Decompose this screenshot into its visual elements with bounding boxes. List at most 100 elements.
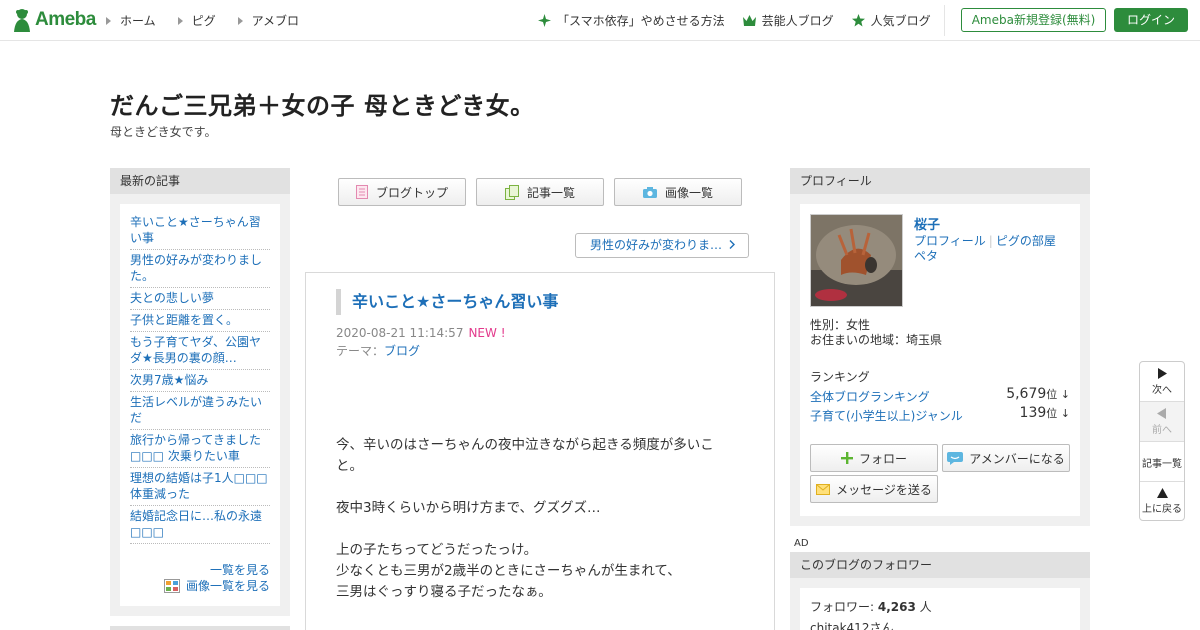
profile-links: プロフィール | ピグの部屋 ペタ (914, 234, 1074, 264)
avatar-photo (811, 215, 902, 306)
article-date: 2020-08-21 11:14:57 (336, 326, 464, 340)
ameba-logo[interactable]: Ameba (12, 8, 96, 32)
pig-room-link[interactable]: ピグの部屋 (996, 234, 1056, 248)
plus-icon (840, 452, 853, 464)
peta-link[interactable]: ペタ (914, 249, 938, 263)
blog-title[interactable]: だんご三兄弟＋女の子 母ときどき女。 (110, 86, 535, 121)
blog-top-button[interactable]: ブログトップ (338, 178, 466, 206)
ranking-row-overall: 全体ブログランキング 5,679位 ↓ (810, 386, 1070, 405)
followers-unit: 人 (915, 600, 932, 614)
nav-ameblo-label: アメブロ (251, 14, 300, 28)
next-entry-label: 男性の好みが変わりま… (590, 238, 723, 252)
follow-button[interactable]: フォロー (810, 444, 938, 472)
recent-entries-links: 一覧を見る 画像一覧を見る (163, 562, 270, 594)
article-paragraph: 上の子たちってどうだったっけ。 (336, 542, 538, 558)
profile-info: 性別：女性 お住まいの地域：埼玉県 (810, 318, 942, 348)
article-paragraph: 少なくとも三男が2歳半のときにさーちゃんが生まれて、 (336, 563, 681, 579)
ameba-mascot-icon (14, 9, 30, 32)
see-images-link[interactable]: 画像一覧を見る (186, 578, 270, 594)
nav-popular-blogs[interactable]: 人気ブログ (851, 12, 931, 29)
follower-item[interactable]: chitak412さん (810, 619, 1070, 630)
nav-pig[interactable]: ピグ (177, 12, 216, 29)
envelope-icon (816, 483, 831, 495)
article-paragraph: 夜中3時くらいから明け方まで、グズグズ… (336, 500, 601, 516)
recent-entries-heading: 最新の記事 (110, 168, 290, 194)
login-button[interactable]: ログイン (1114, 8, 1188, 32)
ranking-genre-link[interactable]: 子育て(小学生以上)ジャンル (810, 409, 963, 423)
recent-entry-6[interactable]: 次男7歳★悩み (130, 370, 270, 392)
article-paragraph: 三男はぐっすり寝る子だったなぁ。 (336, 584, 552, 600)
see-list-link[interactable]: 一覧を見る (210, 563, 270, 577)
article-body: 今、辛いのはさーちゃんの夜中泣きながら起きる頻度が多いこと。 夜中3時くらいから… (336, 435, 736, 603)
ranking-overall-value: 5,679位 ↓ (1006, 386, 1070, 402)
star-icon (851, 14, 865, 27)
recent-entry-4[interactable]: 子供と距離を置く。 (130, 310, 270, 332)
theme-link[interactable]: ブログ (384, 344, 420, 358)
recent-entry-9[interactable]: 理想の結婚は子1人□□□ 体重減った (130, 468, 270, 506)
caret-right-icon (177, 16, 183, 25)
profile-link[interactable]: プロフィール (914, 234, 986, 248)
ranking-genre-unit: 位 ↓ (1046, 407, 1070, 420)
next-button[interactable]: 次へ (1140, 362, 1184, 402)
nav-smartphone-addiction-label: 「スマホ依存」やめさせる方法 (557, 14, 725, 28)
next-label: 次へ (1152, 385, 1172, 396)
next-entry-link[interactable]: 男性の好みが変わりま… (575, 233, 749, 258)
profile-avatar[interactable] (810, 214, 903, 307)
entry-list-side-label: 記事一覧 (1142, 459, 1182, 470)
register-button[interactable]: Ameba新規登録(無料) (961, 8, 1106, 32)
recent-entry-7[interactable]: 生活レベルが違うみたいだ (130, 392, 270, 430)
entry-list-label: 記事一覧 (526, 185, 575, 200)
followers-label: フォロワー: (810, 600, 878, 614)
header-divider (944, 5, 945, 36)
back-to-top-button[interactable]: 上に戻る (1140, 482, 1184, 522)
profile-content: 桜子 プロフィール | ピグの部屋 ペタ 性別：女性 お住まいの地域：埼玉県 ランキ… (800, 204, 1080, 516)
floating-nav: 次へ 前へ 記事一覧 上に戻る (1139, 361, 1185, 521)
caret-right-icon (106, 16, 111, 25)
recent-entry-10[interactable]: 結婚記念日に…私の永遠 □□□ (130, 506, 270, 544)
ranking-overall-number: 5,679 (1006, 386, 1047, 402)
recent-entry-2[interactable]: 男性の好みが変わりました。 (130, 250, 270, 288)
entry-list-button[interactable]: 記事一覧 (476, 178, 604, 206)
ranking-row-genre: 子育て(小学生以上)ジャンル 139位 ↓ (810, 405, 1070, 424)
profile-name[interactable]: 桜子 (914, 214, 940, 233)
ranking-overall-unit: 位 ↓ (1046, 388, 1070, 401)
prev-button[interactable]: 前へ (1140, 402, 1184, 442)
recent-entry-5[interactable]: もう子育てヤダ、公園ヤダ★長男の裏の顔… (130, 332, 270, 370)
image-list-button[interactable]: 画像一覧 (614, 178, 742, 206)
recent-entry-8[interactable]: 旅行から帰ってきました □□□ 次乗りたい車 (130, 430, 270, 468)
nav-home[interactable]: ホーム (106, 12, 156, 29)
image-list-label: 画像一覧 (664, 185, 713, 200)
nav-ameblo[interactable]: アメブロ (237, 12, 300, 29)
ranking-overall-link[interactable]: 全体ブログランキング (810, 390, 930, 404)
ad-label: AD (794, 538, 809, 549)
article-meta: 2020-08-21 11:14:57 NEW ! (336, 326, 506, 340)
recent-entries-list: 辛いこと★さーちゃん習い事 男性の好みが変わりました。 夫との悲しい夢 子供と距… (120, 204, 280, 606)
copy-documents-icon (504, 184, 519, 200)
entry-list-side-button[interactable]: 記事一覧 (1140, 442, 1184, 482)
message-label: メッセージを送る (836, 482, 932, 497)
play-right-icon (1158, 368, 1167, 379)
followers-heading: このブログのフォロワー (790, 552, 1090, 578)
recent-entry-1[interactable]: 辛いこと★さーちゃん習い事 (130, 212, 270, 250)
profile-gender: 性別：女性 (810, 318, 871, 332)
article-paragraph: 今、辛いのはさーちゃんの夜中泣きながら起きる頻度が多いこと。 (336, 437, 714, 474)
followers-count: 4,263 (877, 600, 916, 614)
speech-bubble-icon (947, 451, 964, 465)
amember-button[interactable]: アメンバーになる (942, 444, 1070, 472)
blog-top-label: ブログトップ (375, 185, 448, 200)
next-sidebar-box (110, 626, 290, 630)
recent-entry-3[interactable]: 夫との悲しい夢 (130, 288, 270, 310)
link-separator: | (988, 234, 993, 248)
nav-celebrity-blogs[interactable]: 芸能人ブログ (742, 12, 834, 29)
article-title[interactable]: 辛いこと★さーちゃん習い事 (336, 289, 558, 315)
image-list-icon (163, 579, 180, 593)
nav-smartphone-addiction[interactable]: 「スマホ依存」やめさせる方法 (538, 12, 725, 29)
followers-content: フォロワー: 4,263 人 chitak412さん (800, 588, 1080, 630)
ranking-genre-number: 139 (1019, 405, 1047, 421)
back-to-top-label: 上に戻る (1142, 504, 1182, 515)
message-button[interactable]: メッセージを送る (810, 475, 938, 503)
amember-label: アメンバーになる (969, 451, 1065, 466)
global-nav: ホーム ピグ アメブロ (106, 12, 321, 29)
play-left-icon (1157, 408, 1166, 419)
logo-text: Ameba (35, 9, 96, 30)
